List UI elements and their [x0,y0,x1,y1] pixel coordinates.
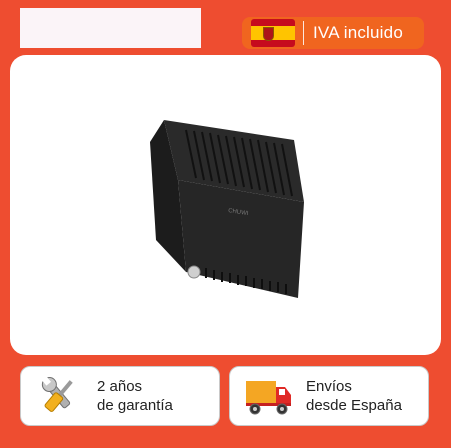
mini-pc-device-image: CHUWI [150,120,304,298]
wrench-screwdriver-icon [41,376,73,412]
badge-divider [303,21,304,45]
shipping-line2: desde España [306,397,402,414]
shipping-line1: Envíos [306,378,352,395]
shipping-card: Envíos desde España [229,366,429,426]
warranty-line1: 2 años [97,378,143,395]
iva-included-badge: IVA incluido [242,17,424,49]
iva-label: IVA incluido [313,23,403,42]
delivery-truck-icon [246,381,291,415]
warranty-line2: de garantía [97,397,173,414]
warranty-card: 2 años de garantía [20,366,220,426]
spain-flag-icon [251,19,295,47]
product-image-panel: CHUWI [10,55,441,355]
top-blank-area [20,8,201,48]
